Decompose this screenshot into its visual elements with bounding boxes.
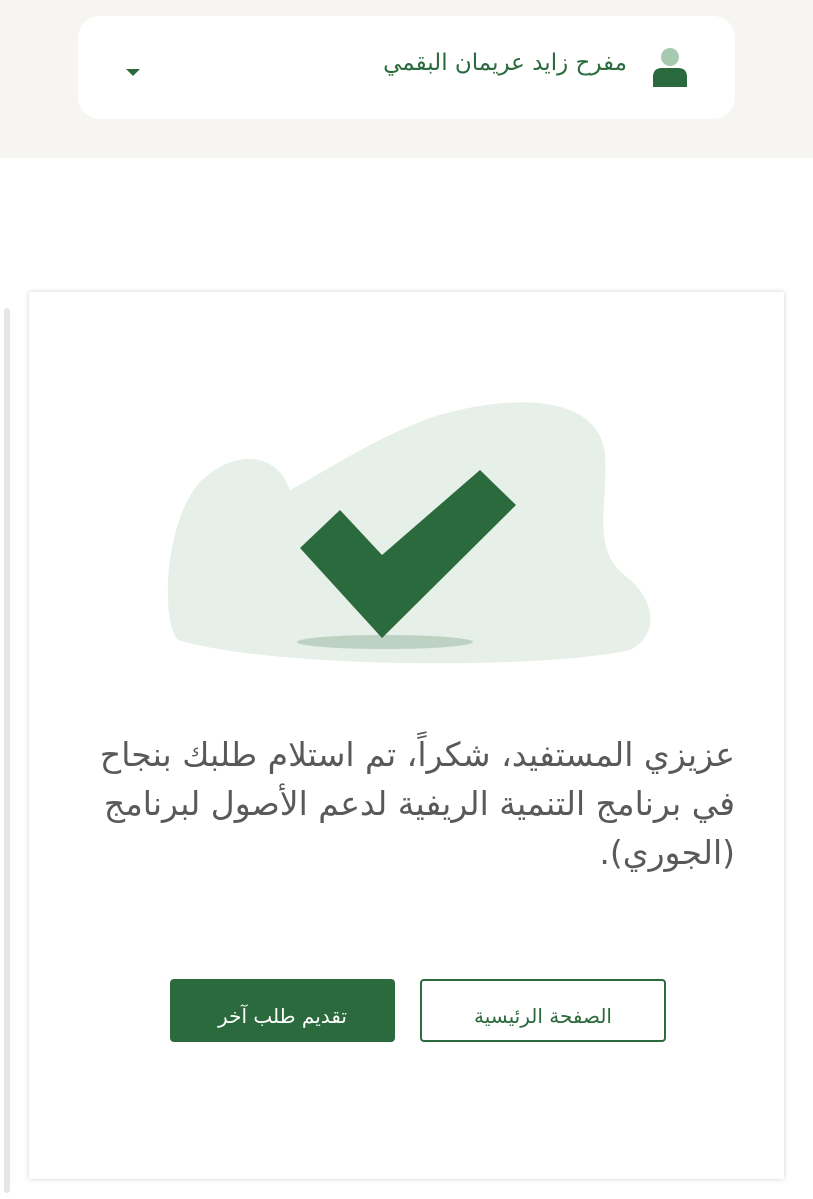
confirmation-message: عزيزي المستفيد، شكراً، تم استلام طلبك بن…: [99, 735, 735, 872]
caret-down-icon[interactable]: [126, 68, 140, 77]
shadow-ellipse: [297, 635, 473, 649]
scrollbar[interactable]: [4, 308, 10, 1193]
user-name: مفرح زايد عريمان البقمي: [383, 50, 627, 76]
new-request-button[interactable]: تقديم طلب آخر: [170, 979, 395, 1042]
user-card[interactable]: مفرح زايد عريمان البقمي: [78, 16, 735, 119]
user-avatar-icon: [653, 48, 687, 87]
success-illustration: [167, 402, 651, 664]
home-button[interactable]: الصفحة الرئيسية: [420, 979, 666, 1042]
